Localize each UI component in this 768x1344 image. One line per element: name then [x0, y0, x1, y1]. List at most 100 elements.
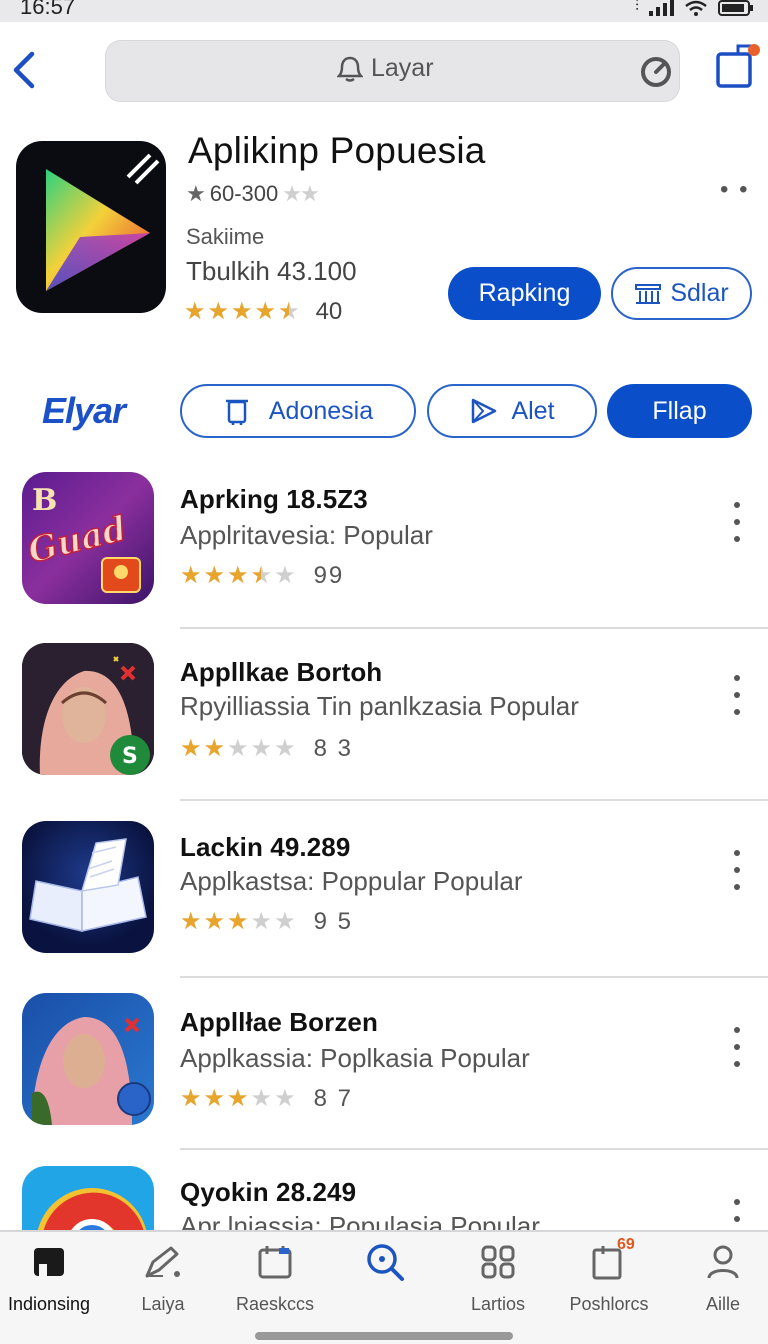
app-star-rating: ★ ★ ★ ★ ★ ★ ★ ★ 9 5: [180, 908, 353, 936]
list-item[interactable]: B Guad Aprking 18.5Z3 Applritavesia: Pop…: [0, 470, 768, 628]
star-rating-icons: ★ ★ ★ ★ ★ ★ ★ ★: [180, 910, 296, 934]
list-item[interactable]: Lackin 49.289 Applkastsa: Poppular Popul…: [0, 818, 768, 976]
search-bar[interactable]: Layar: [105, 40, 680, 102]
wifi-icon: [685, 0, 707, 16]
app-icon: [22, 1166, 154, 1231]
bottom-tab-bar: Indionsing Laiya Raeskccs Lartios 69 Pos…: [0, 1230, 768, 1344]
more-options-button[interactable]: [726, 675, 748, 715]
divider: [180, 1148, 768, 1150]
play-logo-icon: [46, 153, 160, 291]
tab-search[interactable]: [329, 1240, 441, 1320]
star-icon: ★: [274, 735, 296, 762]
battery-icon: [718, 0, 753, 16]
divider: [180, 799, 768, 801]
chip-label: Adonesia: [268, 396, 374, 425]
tab-label: Aille: [705, 1294, 740, 1314]
star-icon: ★: [186, 181, 206, 206]
more-options-button[interactable]: [726, 1199, 748, 1231]
ranking-button[interactable]: Rapking: [448, 267, 601, 320]
more-options-button[interactable]: • •: [720, 176, 749, 204]
tab-indionsing[interactable]: Indionsing: [0, 1240, 105, 1320]
app-star-rating: ★ ★ ★ ★ ★ ★ ★ ★ 8 7: [180, 1085, 353, 1113]
star-rating-icons: ★★★★★★★★★★: [184, 300, 300, 324]
trash-icon: [225, 399, 248, 425]
star-icon: ★: [274, 1085, 296, 1112]
chip-label: Alet: [511, 396, 555, 425]
star-rating-icons: ★ ★ ★ ★ ★ ★ ★ ★: [180, 1087, 296, 1111]
chip-fllap[interactable]: Fllap: [607, 384, 752, 438]
tab-lartios[interactable]: Lartios: [442, 1240, 554, 1320]
star-icon: ★★: [250, 562, 273, 589]
status-bar: 16:57 ⫶: [0, 0, 768, 22]
app-star-rating: ★★★★★★★★★ 99: [180, 562, 344, 590]
search-query: Layar: [371, 54, 434, 82]
columns-icon: [635, 283, 662, 304]
app-category: Applkastsa: Poppular Popular: [180, 866, 523, 896]
person-icon: [701, 1240, 745, 1284]
divider: [180, 976, 768, 978]
star-icon: ★★: [254, 298, 277, 325]
star-icon: ★★: [282, 181, 319, 206]
tab-poshlorcs[interactable]: 69 Poshlorcs: [553, 1236, 665, 1320]
tab-aille[interactable]: Aille: [667, 1240, 768, 1320]
star-icon: ★★: [227, 1085, 249, 1112]
app-name: Appllkae Bortoh: [180, 657, 383, 687]
status-icons: ⫶: [635, 0, 754, 16]
back-button[interactable]: [8, 48, 40, 92]
star-icon: ★★: [180, 908, 202, 935]
app-category: Apr lniassia: Populasia Popular: [180, 1211, 540, 1231]
star-icon: ★★: [203, 908, 226, 935]
list-item[interactable]: Appllłae Borzen Applkassia: Poplkasia Po…: [0, 993, 768, 1151]
hero-rating-line: ★ 60-300 ★★: [186, 181, 320, 207]
portrait-icon: S: [22, 643, 154, 775]
edit-icon: [141, 1240, 185, 1284]
star-icon: ★: [250, 1085, 273, 1112]
app-rating-count: 9 5: [313, 908, 353, 935]
app-icon: [22, 821, 154, 953]
tab-label: Poshlorcs: [569, 1294, 649, 1314]
hero-star-rating: ★★★★★★★★★★ 40: [184, 298, 342, 326]
portrait-icon: [32, 1017, 151, 1125]
more-options-button[interactable]: [726, 502, 748, 542]
search-icon: [363, 1240, 407, 1284]
star-icon: ★★: [180, 1085, 202, 1112]
star-icon: ★: [250, 908, 273, 935]
tab-label: Lartios: [470, 1294, 526, 1314]
star-icon: ★★: [207, 298, 230, 325]
app-icon: S: [22, 643, 154, 775]
app-category: Applkassia: Poplkasia Popular: [180, 1043, 530, 1073]
share-icon: [716, 44, 760, 88]
more-options-button[interactable]: [726, 850, 748, 890]
hero-downloads: Tbulkih 43.100: [186, 256, 357, 286]
app-rating-count: 8 7: [313, 1085, 353, 1112]
hero-developer: Sakiime: [186, 224, 265, 249]
chip-alet[interactable]: Alet: [427, 384, 597, 438]
star-icon: ★★: [184, 298, 206, 325]
chip-adonesia[interactable]: Adonesia: [180, 384, 416, 438]
app-name: Lackin 49.289: [180, 832, 351, 862]
share-button[interactable]: [714, 44, 760, 90]
tab-laiya[interactable]: Laiya: [107, 1240, 219, 1320]
star-rating-icons: ★ ★ ★ ★ ★ ★ ★: [180, 737, 296, 761]
notification-icon: 69: [587, 1236, 635, 1284]
refresh-icon[interactable]: [638, 54, 674, 95]
star-icon: ★: [274, 908, 296, 935]
app-rating-count: 99: [313, 562, 345, 589]
more-options-button[interactable]: [726, 1027, 748, 1067]
tab-label: Indionsing: [7, 1294, 91, 1314]
hero-title: Aplikinp Popuesia: [188, 130, 486, 171]
calendar-icon: [253, 1240, 297, 1284]
star-icon: ★★: [227, 562, 249, 589]
sidebar-button[interactable]: Sdlar: [611, 267, 752, 320]
notification-badge: 69: [617, 1236, 635, 1253]
list-item[interactable]: S Appllkae Bortoh Rpyilliassia Tin panlk…: [0, 643, 768, 801]
list-item[interactable]: Qyokin 28.249 Apr lniassia: Populasia Po…: [0, 1165, 768, 1231]
tab-raeskccs[interactable]: Raeskccs: [219, 1240, 331, 1320]
hero-rating-count: 40: [315, 298, 343, 325]
brand-logo: Elyar: [42, 390, 126, 431]
star-icon: ★★: [203, 1085, 226, 1112]
star-icon: ★★: [231, 298, 253, 325]
star-icon: ★★: [203, 562, 226, 589]
hero-app-icon[interactable]: [16, 141, 166, 313]
app-name: Qyokin 28.249: [180, 1177, 357, 1207]
